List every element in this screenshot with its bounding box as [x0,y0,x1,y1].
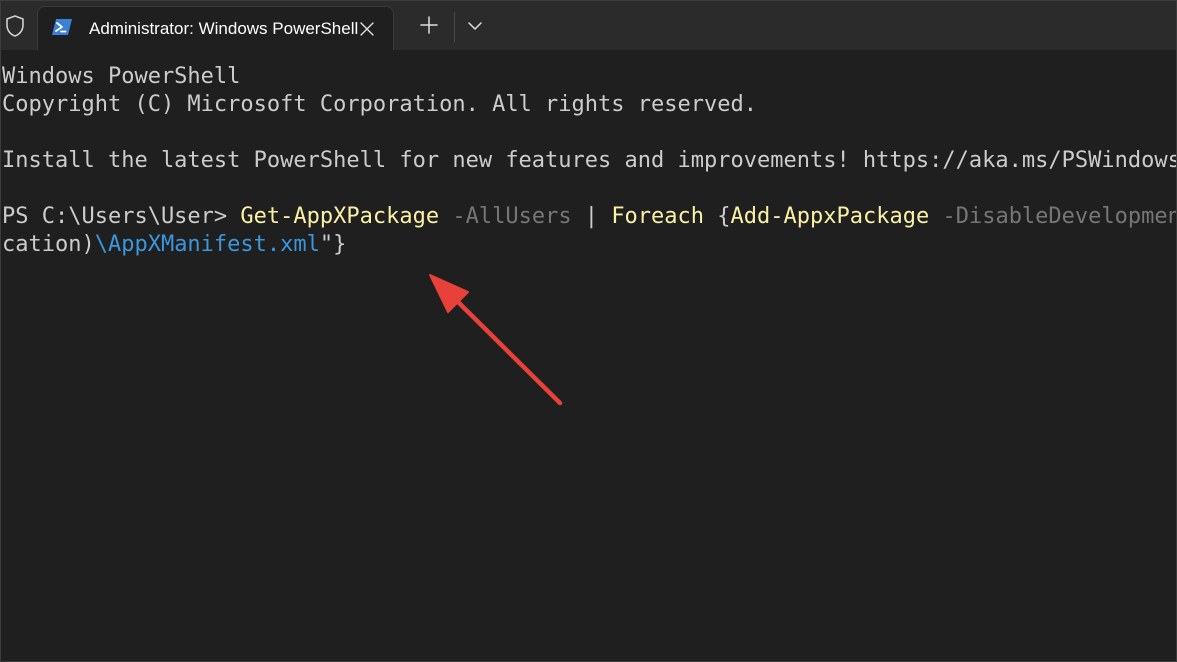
install-hint-line: Install the latest PowerShell for new fe… [2,148,1177,173]
plus-icon [420,15,438,39]
command-line: PS C:\Users\User> Get-AppXPackage -AllUs… [2,203,1177,231]
manifest-path: \AppXManifest.xml [94,232,320,257]
closing-quote-brace: "} [319,232,347,257]
title-bar: Administrator: Windows PowerShell [0,0,1177,50]
tab-title: Administrator: Windows PowerShell [89,19,359,38]
cmdlet-add-appxpackage: Add-AppxPackage [730,204,930,229]
shield-icon[interactable] [0,8,30,44]
command-continuation-line: cation)\AppXManifest.xml"} [2,231,346,259]
continuation-text: cation) [2,232,95,257]
terminal-output[interactable]: Windows PowerShell Copyright (C) Microso… [0,50,1177,662]
close-icon[interactable] [354,16,380,42]
cmdlet-foreach: Foreach [611,204,705,229]
param-allusers: -AllUsers [439,204,572,229]
copyright-line: Copyright (C) Microsoft Corporation. All… [2,92,757,117]
brace-open: { [704,204,731,229]
chevron-down-icon [468,18,482,36]
powershell-icon [51,17,72,37]
tab-powershell[interactable]: Administrator: Windows PowerShell [37,6,394,50]
tab-dropdown-button[interactable] [458,9,492,45]
terminal-window: Administrator: Windows PowerShell Window… [0,0,1177,662]
banner-line: Windows PowerShell [2,64,241,89]
new-tab-button[interactable] [410,9,448,45]
pipe-operator: | [571,204,612,229]
cmdlet-get-appxpackage: Get-AppXPackage [240,204,440,229]
prompt: PS C:\Users\User> [2,204,241,229]
tab-divider [454,12,455,42]
param-disabledevelopmentmode: -DisableDevelopmentMode -Register "$($_.… [942,204,1177,229]
